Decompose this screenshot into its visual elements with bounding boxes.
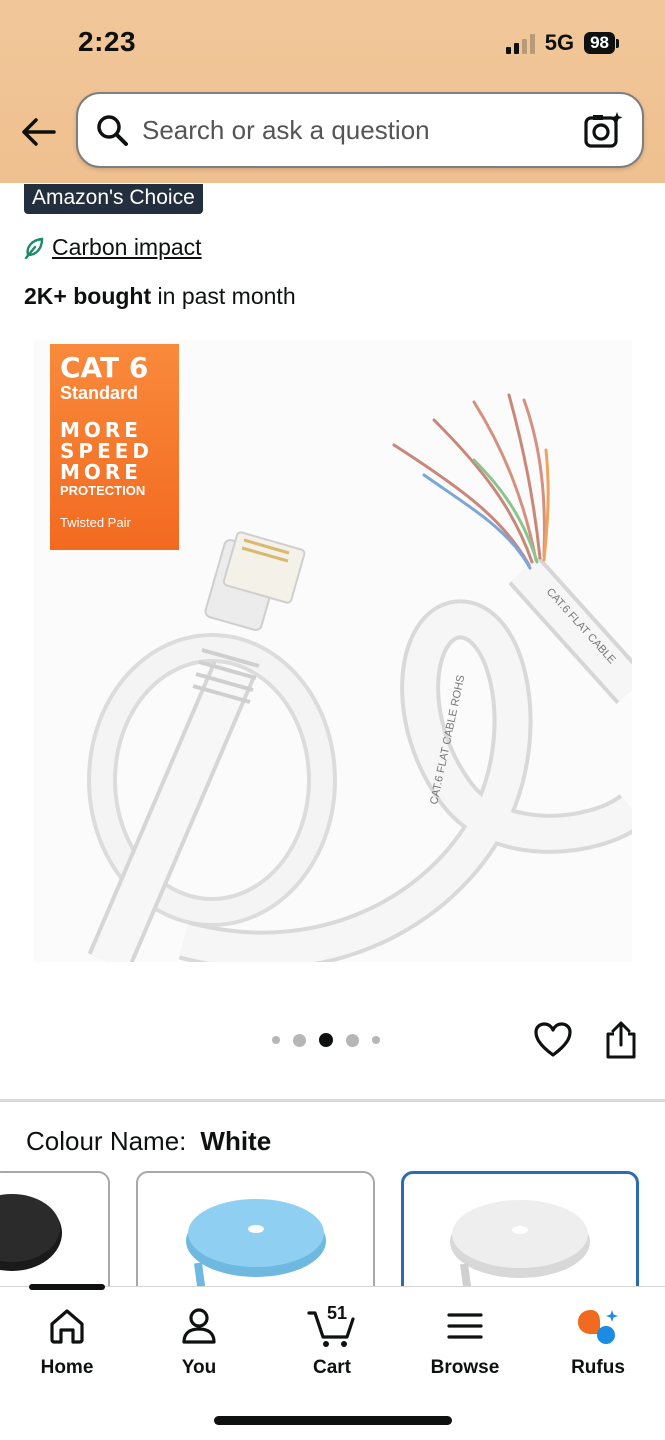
product-image[interactable]: CAT 6 Standard MORE SPEED MORE PROTECTIO… xyxy=(34,340,632,962)
home-icon xyxy=(12,1301,122,1351)
leaf-icon xyxy=(24,237,44,259)
battery-icon: 98 xyxy=(584,32,619,54)
arrow-left-icon xyxy=(22,118,56,146)
colour-name-row: Colour Name: White xyxy=(26,1126,271,1157)
bought-count: 2K+ bought in past month xyxy=(24,283,296,310)
nav-rufus[interactable]: Rufus xyxy=(543,1301,653,1379)
image-carousel-dots[interactable] xyxy=(272,1033,380,1047)
share-icon xyxy=(606,1021,636,1059)
nav-you[interactable]: You xyxy=(144,1301,254,1379)
cart-count-badge: 51 xyxy=(327,1303,348,1323)
carbon-impact[interactable]: Carbon impact xyxy=(24,234,202,261)
colour-swatch-blue[interactable] xyxy=(136,1171,375,1301)
section-divider xyxy=(0,1099,665,1102)
share-button[interactable] xyxy=(604,1020,638,1060)
colour-swatch-white-selected[interactable] xyxy=(401,1171,639,1301)
nav-home[interactable]: Home xyxy=(12,1301,122,1379)
camera-lens-icon[interactable] xyxy=(582,109,624,151)
bought-count-suffix: in past month xyxy=(157,283,296,309)
white-cable-thumbnail xyxy=(450,1200,590,1295)
nav-cart-label: Cart xyxy=(312,1357,351,1378)
status-indicators: 5G 98 xyxy=(505,30,619,56)
bought-count-value: 2K+ bought xyxy=(24,283,152,309)
network-label: 5G xyxy=(544,30,575,55)
nav-you-label: You xyxy=(181,1357,217,1378)
carousel-dot-5[interactable] xyxy=(372,1036,380,1044)
carousel-dot-4[interactable] xyxy=(346,1033,359,1047)
nav-browse-label: Browse xyxy=(430,1357,500,1378)
menu-icon xyxy=(410,1301,520,1351)
nav-cart[interactable]: 51 Cart xyxy=(277,1301,387,1379)
colour-swatch-black[interactable] xyxy=(0,1171,110,1301)
person-icon xyxy=(144,1301,254,1351)
search-icon xyxy=(94,112,130,148)
search-bar[interactable] xyxy=(76,92,644,168)
blue-cable-thumbnail xyxy=(186,1199,326,1294)
nav-active-indicator xyxy=(29,1284,105,1290)
carousel-dot-1[interactable] xyxy=(272,1036,280,1044)
carbon-impact-link[interactable]: Carbon impact xyxy=(52,234,202,261)
nav-home-label: Home xyxy=(40,1357,94,1378)
colour-name-value: White xyxy=(200,1126,272,1156)
rufus-icon xyxy=(543,1301,653,1351)
back-button[interactable] xyxy=(18,112,58,152)
carousel-dot-3-active[interactable] xyxy=(319,1033,333,1047)
nav-browse[interactable]: Browse xyxy=(410,1301,520,1379)
black-cable-thumbnail xyxy=(0,1194,62,1271)
signal-icon xyxy=(505,32,535,54)
cable-illustration: CAT.6 FLAT CABLE CAT.6 FLAT CABLE ROHS xyxy=(87,393,632,962)
home-indicator-bar xyxy=(214,1416,452,1425)
carousel-dot-2[interactable] xyxy=(293,1033,306,1047)
battery-level: 98 xyxy=(584,32,615,54)
cart-icon: 51 xyxy=(277,1301,387,1351)
search-input[interactable] xyxy=(142,114,582,146)
favorite-button[interactable] xyxy=(534,1022,572,1058)
amazons-choice-badge: Amazon's Choice xyxy=(24,184,203,214)
colour-name-label: Colour Name: xyxy=(26,1126,187,1156)
status-time: 2:23 xyxy=(78,26,137,57)
app-header: 2:23 5G 98 xyxy=(0,0,665,183)
nav-rufus-label: Rufus xyxy=(571,1357,625,1378)
heart-icon xyxy=(534,1022,572,1057)
